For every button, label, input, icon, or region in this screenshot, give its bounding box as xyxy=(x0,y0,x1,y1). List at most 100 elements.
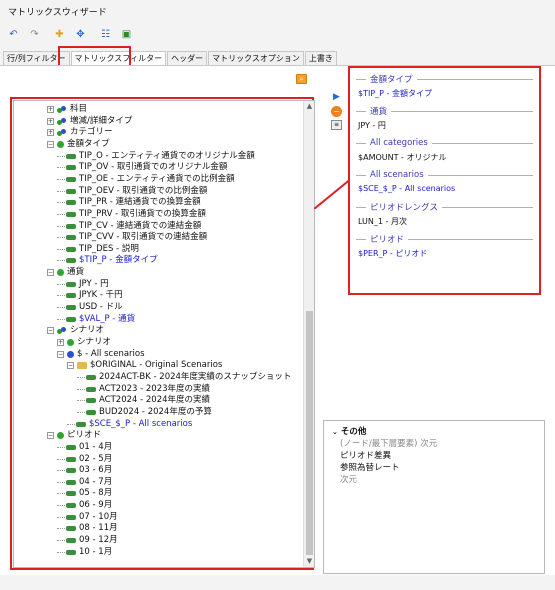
tree-row-label: 08 - 11月 xyxy=(79,523,118,534)
chevron-down-icon[interactable]: ⌄ xyxy=(332,428,338,436)
tree-row[interactable]: TIP_DES - 説明 xyxy=(57,244,139,255)
tree-row[interactable]: 03 - 6月 xyxy=(57,465,112,476)
dimension-icon xyxy=(57,140,64,148)
scroll-up-icon[interactable]: ▲ xyxy=(305,102,314,111)
tree-row[interactable]: − 金額タイプ xyxy=(47,139,110,150)
tree-row[interactable]: + シナリオ xyxy=(57,337,111,348)
tree-row-label: 01 - 4月 xyxy=(79,441,113,452)
tree-row[interactable]: 01 - 4月 xyxy=(57,442,112,453)
expand-icon[interactable]: + xyxy=(47,129,54,137)
tree-row[interactable]: 07 - 10月 xyxy=(57,512,118,523)
add-member-icon[interactable]: ✚ xyxy=(52,27,67,41)
tree-row-label: TIP_CVV - 取引通貨での連結金額 xyxy=(79,232,208,243)
collapse-icon[interactable]: − xyxy=(67,362,74,370)
collapse-icon[interactable]: − xyxy=(57,350,64,358)
search-icon[interactable]: ⌕ xyxy=(296,74,307,84)
member-select-icon[interactable]: ✥ xyxy=(73,27,88,41)
tree-row[interactable]: − ピリオド xyxy=(47,430,101,441)
other-item[interactable]: 参照為替レート xyxy=(340,461,400,473)
tree-row[interactable]: $SCE_$_P - All scenarios xyxy=(67,419,192,430)
scroll-down-icon[interactable]: ▼ xyxy=(305,557,314,566)
tree-row[interactable]: TIP_PRV - 取引通貨での換算金額 xyxy=(57,209,206,220)
tree-row-label: TIP_OEV - 取引通貨での比例金額 xyxy=(79,185,208,196)
remove-selection-icon[interactable]: − xyxy=(331,106,342,117)
tree-row[interactable]: TIP_OV - 取引通貨でのオリジナル金額 xyxy=(57,162,227,173)
tree-row[interactable]: 08 - 11月 xyxy=(57,523,118,534)
tree-row[interactable]: TIP_CVV - 取引通貨での連結金額 xyxy=(57,232,207,243)
other-header[interactable]: ⌄ その他 xyxy=(332,425,366,437)
tree-row[interactable]: BUD2024 - 2024年度の予算 xyxy=(77,407,212,418)
tree-row[interactable]: 2024ACT-BK - 2024年度実績のスナップショット xyxy=(77,372,291,383)
scroll-thumb[interactable] xyxy=(306,311,313,555)
collapse-icon[interactable]: − xyxy=(47,140,54,148)
tree-row[interactable]: − シナリオ xyxy=(47,325,104,336)
tree-row[interactable]: 06 - 9月 xyxy=(57,500,112,511)
properties-icon[interactable]: ≡ xyxy=(331,120,342,130)
tree-row[interactable]: 05 - 8月 xyxy=(57,488,112,499)
tree-row[interactable]: TIP_PR - 連結通貨での換算金額 xyxy=(57,197,201,208)
other-item[interactable]: (ノード/最下層要素) 次元 xyxy=(340,437,437,449)
selected-filter-value[interactable]: LUN_1 - 月次 xyxy=(358,216,407,227)
tree-row[interactable]: USD - ドル xyxy=(57,302,123,313)
expand-icon[interactable]: + xyxy=(47,106,54,113)
tree-row-label: JPY - 円 xyxy=(79,278,109,289)
dimension-icon xyxy=(67,339,74,346)
tree-row-label: BUD2024 - 2024年度の予算 xyxy=(99,406,212,417)
tree-row[interactable]: $VAL_P - 通貨 xyxy=(57,314,135,325)
expand-icon[interactable]: + xyxy=(57,339,64,346)
tree-row[interactable]: ACT2024 - 2024年度の実績 xyxy=(77,395,210,406)
expand-icon[interactable]: + xyxy=(47,117,54,125)
tree-connector xyxy=(57,202,65,204)
tab-4[interactable]: 上書き xyxy=(304,51,337,65)
tree-row[interactable]: − $ORIGINAL - Original Scenarios xyxy=(67,360,222,371)
tree-row[interactable]: + 科目 xyxy=(47,104,87,115)
dimension-tree[interactable]: + 科目 + 増減/詳細タイプ + カテゴリー − 金額タイプ TIP_O - エンティティ通貨… xyxy=(13,100,315,568)
tree-row[interactable]: TIP_CV - 連結通貨での連結金額 xyxy=(57,221,201,232)
tree-row-label: 03 - 6月 xyxy=(79,465,113,476)
member-icon xyxy=(66,223,76,229)
export-icon[interactable]: ▣ xyxy=(119,27,134,41)
tree-row[interactable]: 04 - 7月 xyxy=(57,477,112,488)
collapse-icon[interactable]: − xyxy=(47,432,54,440)
tab-2[interactable]: ヘッダー xyxy=(167,51,208,65)
tree-connector xyxy=(77,388,85,390)
selected-filter-value[interactable]: $AMOUNT - オリジナル xyxy=(358,152,446,163)
selected-group-title: All scenarios xyxy=(370,170,424,180)
tree-row[interactable]: TIP_OEV - 取引通貨での比例金額 xyxy=(57,186,207,197)
collapse-icon[interactable]: − xyxy=(47,269,54,277)
tree-row[interactable]: TIP_OE - エンティティ通貨での比例金額 xyxy=(57,174,235,185)
tree-connector xyxy=(57,283,65,285)
redo-icon[interactable]: ↷ xyxy=(27,27,42,41)
tab-3[interactable]: マトリックスオプション xyxy=(208,51,304,65)
tree-row[interactable]: TIP_O - エンティティ通貨でのオリジナル金額 xyxy=(57,151,255,162)
tree-scrollbar[interactable]: ▲ ▼ xyxy=(303,101,314,567)
dimension-icon xyxy=(57,432,64,440)
tree-row-label: 07 - 10月 xyxy=(79,511,118,522)
undo-icon[interactable]: ↶ xyxy=(6,27,21,41)
tree-row[interactable]: 09 - 12月 xyxy=(57,535,118,546)
tree-row[interactable]: ACT2023 - 2023年度の実績 xyxy=(77,384,210,395)
selected-filter-value[interactable]: JPY - 円 xyxy=(358,120,386,131)
hierarchy-icon xyxy=(67,350,74,358)
tree-row[interactable]: 10 - 1月 xyxy=(57,547,112,558)
member-icon xyxy=(66,491,76,497)
tree-connector xyxy=(57,470,65,472)
other-item[interactable]: ピリオド差異 xyxy=(340,449,391,461)
add-selection-icon[interactable]: ▶ xyxy=(333,92,340,102)
selected-filter-value[interactable]: $PER_P - ピリオド xyxy=(358,248,427,259)
tree-row[interactable]: + カテゴリー xyxy=(47,127,113,138)
selected-filter-value[interactable]: $TIP_P - 金額タイプ xyxy=(358,88,432,99)
tree-row[interactable]: $TIP_P - 金額タイプ xyxy=(57,255,158,266)
tree-row[interactable]: 02 - 5月 xyxy=(57,454,112,465)
tree-row[interactable]: JPY - 円 xyxy=(57,279,109,290)
tree-row[interactable]: − $ - All scenarios xyxy=(57,349,145,360)
member-icon xyxy=(66,305,76,311)
list-view-icon[interactable]: ☷ xyxy=(98,27,113,41)
selected-filter-value[interactable]: $SCE_$_P - All scenarios xyxy=(358,184,455,193)
tree-row[interactable]: − 通貨 xyxy=(47,267,84,278)
tree-row[interactable]: JPYK - 千円 xyxy=(57,290,123,301)
collapse-icon[interactable]: − xyxy=(47,327,54,335)
tree-row[interactable]: + 増減/詳細タイプ xyxy=(47,116,132,127)
other-item[interactable]: 次元 xyxy=(340,473,357,485)
tree-connector xyxy=(57,213,65,215)
